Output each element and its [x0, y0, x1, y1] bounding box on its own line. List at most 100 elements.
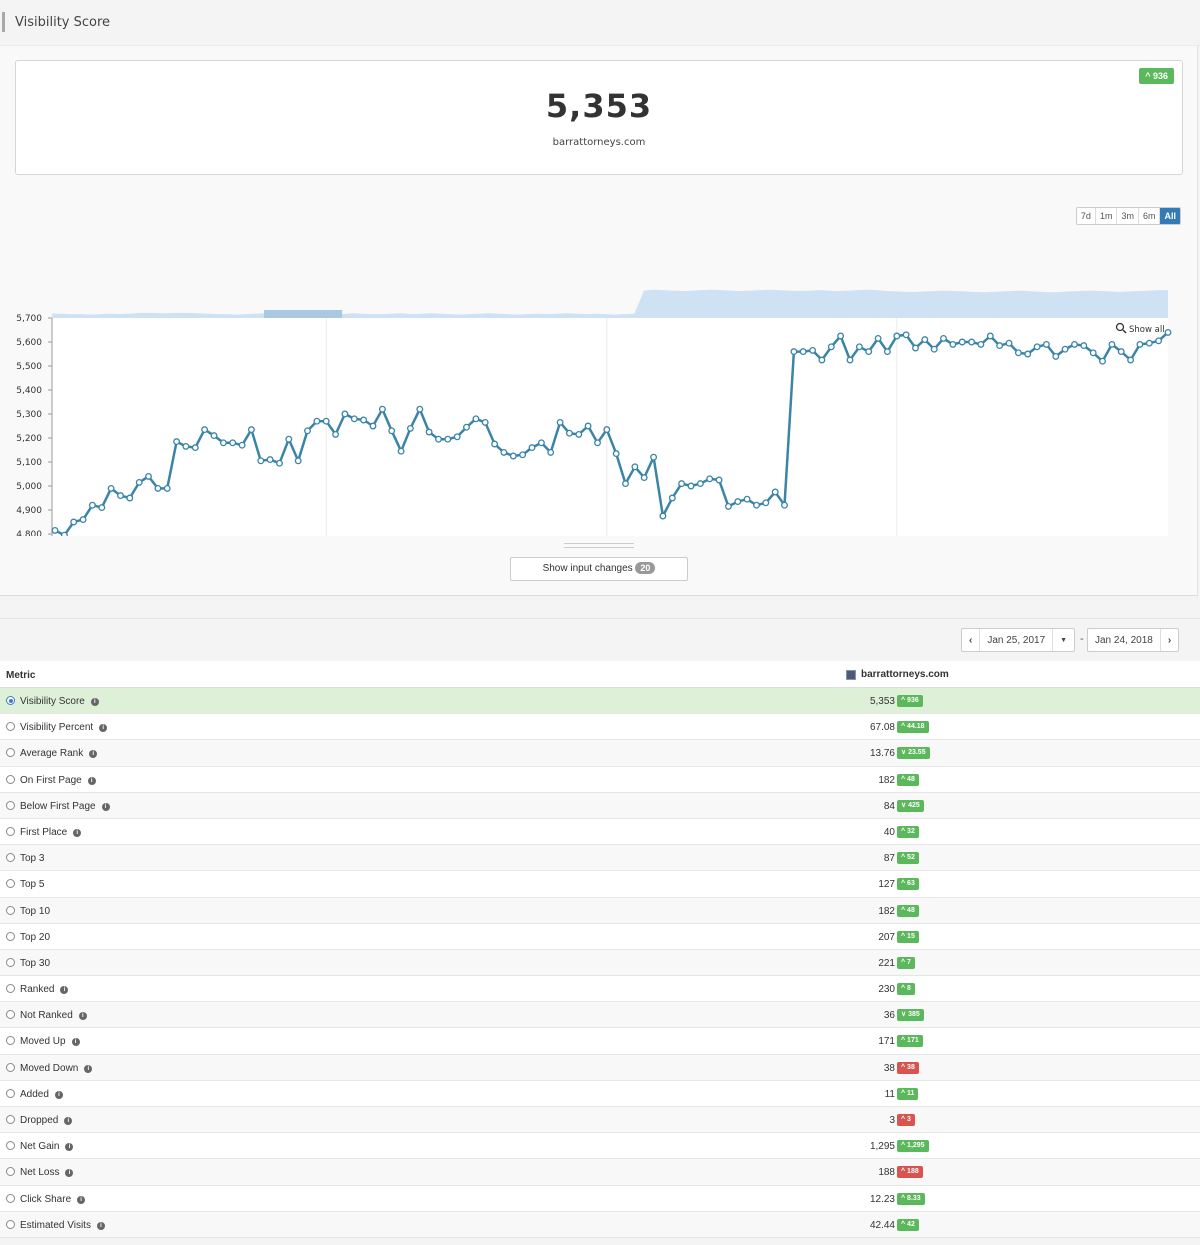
metric-radio-ranked[interactable]	[6, 984, 15, 994]
table-row[interactable]: First Place i 40 ^ 32	[0, 819, 1200, 846]
table-row[interactable]: Moved Down i 38 ^ 38	[0, 1054, 1200, 1081]
data-point	[1155, 337, 1163, 345]
metric-change-value: 48	[907, 906, 915, 914]
data-point	[1080, 342, 1088, 350]
info-icon[interactable]: i	[77, 1195, 86, 1204]
next-period-button[interactable]: ›	[1161, 629, 1178, 651]
metric-radio-added[interactable]	[6, 1088, 15, 1098]
metric-radio-top-20[interactable]	[6, 931, 15, 941]
data-point	[958, 338, 966, 346]
table-row[interactable]: Top 3 87 ^ 52	[0, 845, 1200, 872]
y-tick-label: 5,700	[16, 314, 42, 324]
metric-change-value: 936	[907, 697, 919, 704]
prev-period-button[interactable]: ‹	[962, 629, 981, 651]
metric-change-value: 3	[907, 1116, 911, 1123]
info-icon[interactable]: i	[71, 1038, 80, 1047]
table-row[interactable]: Estimated Visits i 42.44 ^ 42	[0, 1211, 1200, 1238]
metric-radio-net-gain[interactable]	[6, 1141, 15, 1151]
info-icon[interactable]: i	[90, 698, 99, 706]
table-row[interactable]: Visibility Percent i 67.08 ^ 44.18	[0, 714, 1200, 741]
data-point	[1071, 340, 1078, 348]
metric-radio-visibility-percent[interactable]	[6, 722, 15, 732]
data-point	[509, 452, 517, 460]
chevron-up-icon: ^	[901, 1116, 906, 1123]
data-point	[257, 457, 265, 465]
table-row[interactable]: Net Gain i 1,295 ^ 1,295	[0, 1133, 1200, 1160]
info-icon[interactable]: i	[65, 1169, 74, 1178]
metric-radio-visibility-score[interactable]	[6, 696, 15, 705]
chevron-up-icon: ^	[901, 723, 906, 731]
metric-radio-on-first-page[interactable]	[6, 774, 15, 784]
table-row[interactable]: Not Ranked i 36 ∨ 385	[0, 1002, 1200, 1029]
range-button-7d[interactable]: 7d	[1077, 208, 1096, 224]
data-point	[996, 342, 1004, 350]
table-row[interactable]: Net Loss i 188 ^ 188	[0, 1159, 1200, 1186]
table-row[interactable]: On First Page i 182 ^ 48	[0, 767, 1200, 793]
metric-value: 171	[878, 1036, 895, 1048]
metric-change-value: 32	[907, 827, 915, 835]
metric-change-value: 7	[907, 958, 911, 966]
y-tick-label: 4,800	[16, 530, 42, 536]
metric-change-badge: ^ 1,295	[897, 1140, 929, 1153]
table-row[interactable]: Moved Up i 171 ^ 171	[0, 1028, 1200, 1055]
chevron-up-icon: ^	[901, 697, 906, 704]
table-row[interactable]: Top 30 221 ^ 7	[0, 949, 1200, 977]
metric-radio-click-share[interactable]	[6, 1193, 15, 1203]
table-row[interactable]: Below First Page i 84 ∨ 425	[0, 792, 1200, 819]
info-icon[interactable]: i	[101, 802, 110, 811]
data-point	[285, 435, 293, 443]
metric-radio-estimated-visits[interactable]	[6, 1219, 15, 1229]
metric-column-header: Metric	[6, 670, 36, 681]
metric-radio-dropped[interactable]	[6, 1115, 15, 1124]
metric-radio-moved-up[interactable]	[6, 1036, 15, 1046]
range-button-3m[interactable]: 3m	[1117, 208, 1139, 224]
table-row[interactable]: Average Rank i 13.76 ∨ 23.55	[0, 740, 1200, 767]
info-icon[interactable]: i	[89, 750, 98, 759]
info-icon[interactable]: i	[87, 776, 96, 785]
info-icon[interactable]: i	[65, 1143, 74, 1152]
metric-name: Moved Down	[20, 1062, 79, 1074]
chart-resize-handle[interactable]	[564, 543, 634, 548]
range-button-all[interactable]: All	[1160, 208, 1180, 224]
end-date-field[interactable]: Jan 24, 2018	[1088, 629, 1161, 651]
info-icon[interactable]: i	[73, 828, 82, 837]
data-point	[678, 480, 686, 488]
table-row[interactable]: Top 10 182 ^ 48	[0, 897, 1200, 924]
metric-radio-net-loss[interactable]	[6, 1167, 15, 1177]
info-icon[interactable]: i	[60, 986, 69, 995]
metric-name: Dropped	[20, 1115, 59, 1126]
metric-radio-average-rank[interactable]	[6, 748, 15, 758]
table-row[interactable]: Top 5 127 ^ 63	[0, 871, 1200, 898]
table-row[interactable]: Dropped i 3 ^ 3	[0, 1107, 1200, 1134]
table-row[interactable]: Added i 11 ^ 11	[0, 1081, 1200, 1107]
info-icon[interactable]: i	[78, 1012, 87, 1021]
table-row[interactable]: Ranked i 230 ^ 8	[0, 976, 1200, 1003]
date-dropdown-button[interactable]: ▼	[1053, 629, 1074, 651]
metric-value: 221	[878, 957, 895, 969]
start-date-field[interactable]: Jan 25, 2017	[980, 629, 1054, 651]
table-row[interactable]: Click Share i 12.23 ^ 8.33	[0, 1186, 1200, 1212]
metric-name: Net Loss	[20, 1167, 60, 1179]
range-button-1m[interactable]: 1m	[1096, 208, 1118, 224]
metric-name: Top 20	[20, 931, 51, 943]
metric-radio-top-30[interactable]	[6, 957, 15, 967]
metric-radio-top-3[interactable]	[6, 853, 15, 863]
info-icon[interactable]: i	[54, 1090, 63, 1099]
chevron-up-icon: ^	[901, 932, 906, 940]
visibility-chart[interactable]: 5,700 5,600 5,500 5,400 5,300 5,200 5,100 5,000…	[0, 236, 1200, 536]
range-button-6m[interactable]: 6m	[1139, 208, 1161, 224]
info-icon[interactable]: i	[84, 1064, 93, 1073]
info-icon[interactable]: i	[64, 1117, 73, 1125]
metric-radio-moved-down[interactable]	[6, 1062, 15, 1072]
table-row[interactable]: Top 20 207 ^ 15	[0, 924, 1200, 950]
metric-radio-first-place[interactable]	[6, 826, 15, 836]
info-icon[interactable]: i	[96, 1221, 105, 1230]
metric-radio-below-first-page[interactable]	[6, 800, 15, 810]
metric-change-badge: ^ 48	[897, 904, 919, 917]
show-input-changes-button[interactable]: Show input changes 20	[510, 557, 688, 581]
info-icon[interactable]: i	[99, 724, 108, 733]
metric-radio-not-ranked[interactable]	[6, 1010, 15, 1020]
metric-radio-top-5[interactable]	[6, 879, 15, 889]
table-row[interactable]: Visibility Score i 5,353 ^ 936	[0, 688, 1200, 715]
metric-radio-top-10[interactable]	[6, 905, 15, 915]
